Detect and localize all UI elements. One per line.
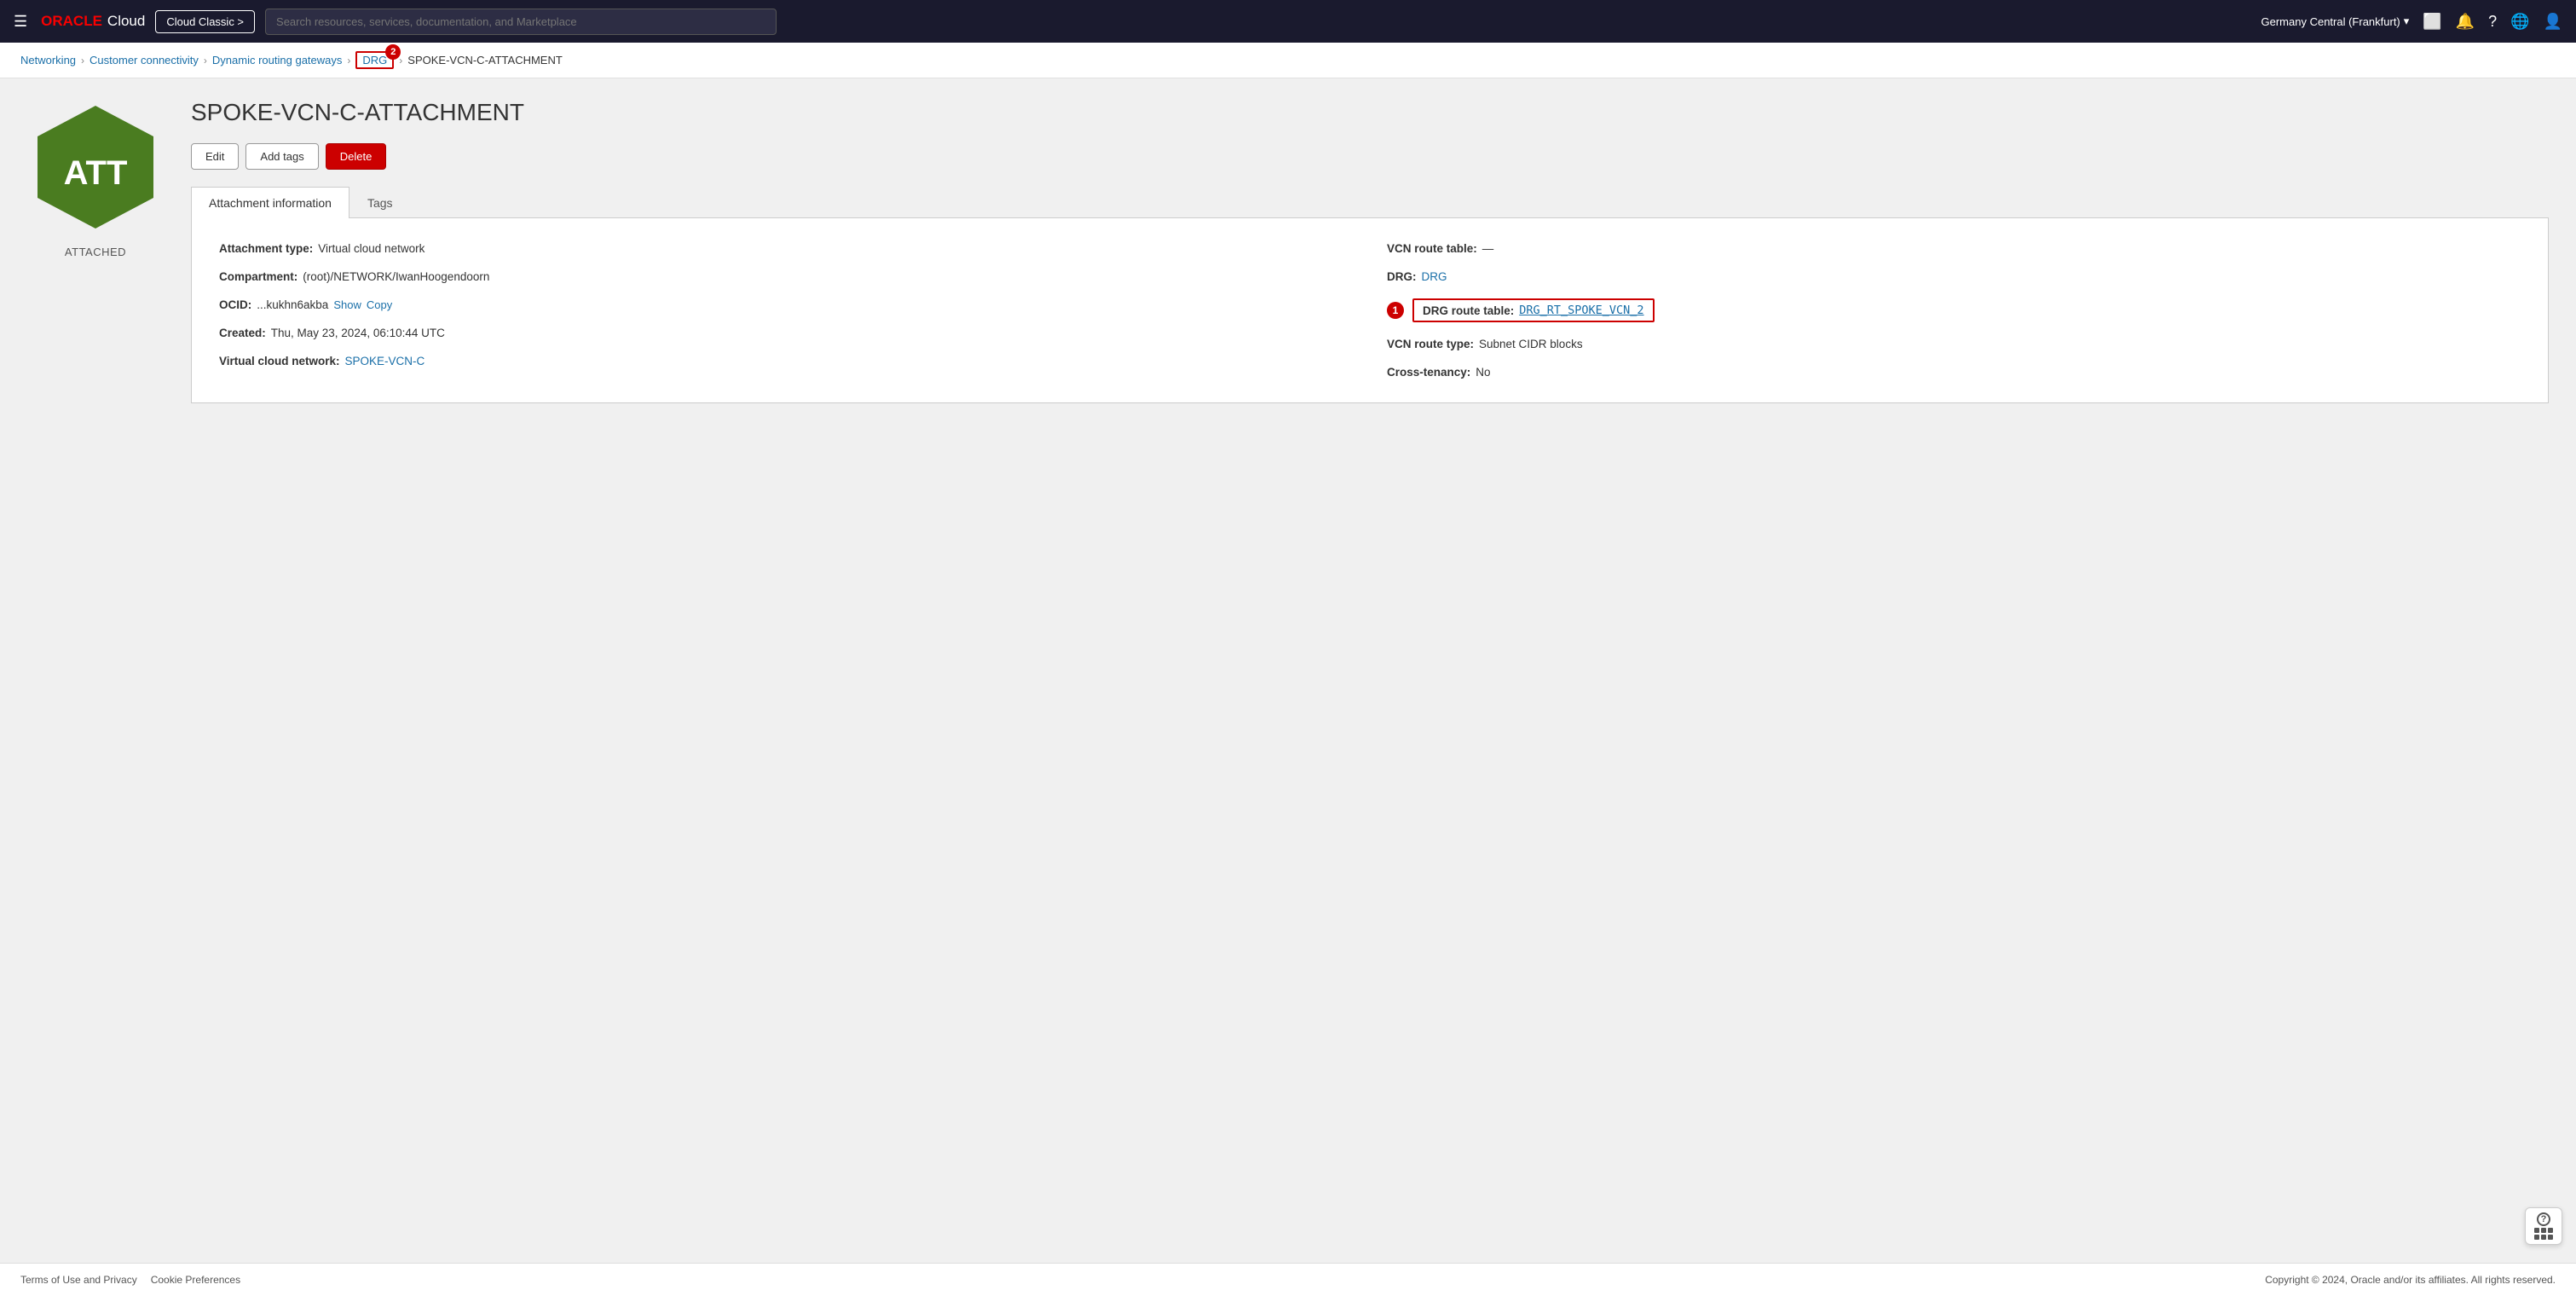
footer-terms-link[interactable]: Terms of Use and Privacy bbox=[20, 1274, 137, 1286]
ocid-copy-link[interactable]: Copy bbox=[367, 298, 392, 311]
breadcrumb-customer-connectivity[interactable]: Customer connectivity bbox=[90, 54, 199, 67]
info-left-column: Attachment type: Virtual cloud network C… bbox=[219, 242, 1353, 379]
breadcrumb-current-page: SPOKE-VCN-C-ATTACHMENT bbox=[407, 54, 563, 67]
help-widget[interactable]: ? bbox=[2525, 1207, 2562, 1245]
drg-route-table-box: DRG route table: DRG_RT_SPOKE_VCN_2 bbox=[1412, 298, 1655, 322]
notification-bell-icon[interactable]: 🔔 bbox=[2456, 13, 2475, 31]
globe-icon[interactable]: 🌐 bbox=[2510, 13, 2529, 31]
vcn-route-type-value: Subnet CIDR blocks bbox=[1479, 338, 1583, 350]
attachment-type-row: Attachment type: Virtual cloud network bbox=[219, 242, 1353, 255]
help-grid-icon bbox=[2534, 1228, 2553, 1240]
breadcrumb-networking[interactable]: Networking bbox=[20, 54, 76, 67]
ocid-value: ...kukhn6akba bbox=[257, 298, 328, 311]
breadcrumb-dynamic-routing-gateways[interactable]: Dynamic routing gateways bbox=[212, 54, 342, 67]
cross-tenancy-row: Cross-tenancy: No bbox=[1387, 366, 2521, 379]
help-dot-3 bbox=[2548, 1228, 2553, 1233]
oracle-text: ORACLE bbox=[41, 13, 102, 30]
nav-right-area: Germany Central (Frankfurt) ▾ ⬜ 🔔 ? 🌐 👤 bbox=[2261, 13, 2563, 31]
vcn-value-link[interactable]: SPOKE-VCN-C bbox=[345, 355, 425, 367]
breadcrumb-sep-4: › bbox=[399, 55, 402, 67]
breadcrumb-sep-2: › bbox=[204, 55, 207, 67]
info-grid: Attachment type: Virtual cloud network C… bbox=[219, 242, 2521, 379]
svg-text:ATT: ATT bbox=[64, 154, 128, 192]
footer-copyright: Copyright © 2024, Oracle and/or its affi… bbox=[2265, 1274, 2556, 1286]
edit-button[interactable]: Edit bbox=[191, 143, 239, 170]
vcn-route-table-value: — bbox=[1482, 242, 1494, 255]
footer-cookies-link[interactable]: Cookie Preferences bbox=[151, 1274, 240, 1286]
console-icon[interactable]: ⬜ bbox=[2423, 13, 2441, 31]
created-label: Created: bbox=[219, 327, 266, 339]
cloud-classic-button[interactable]: Cloud Classic > bbox=[155, 10, 255, 33]
cross-tenancy-label: Cross-tenancy: bbox=[1387, 366, 1470, 379]
breadcrumb-drg-label: DRG bbox=[362, 54, 387, 67]
compartment-row: Compartment: (root)/NETWORK/IwanHoogendo… bbox=[219, 270, 1353, 283]
cross-tenancy-value: No bbox=[1476, 366, 1490, 379]
tabs-bar: Attachment information Tags bbox=[191, 187, 2549, 218]
ocid-label: OCID: bbox=[219, 298, 251, 311]
user-avatar-icon[interactable]: 👤 bbox=[2544, 13, 2562, 31]
right-content: SPOKE-VCN-C-ATTACHMENT Edit Add tags Del… bbox=[191, 99, 2549, 403]
drg-route-table-label: DRG route table: bbox=[1423, 304, 1514, 317]
drg-label: DRG: bbox=[1387, 270, 1417, 283]
page-title: SPOKE-VCN-C-ATTACHMENT bbox=[191, 99, 2549, 126]
compartment-value: (root)/NETWORK/IwanHoogendoorn bbox=[303, 270, 489, 283]
cloud-text: Cloud bbox=[107, 13, 145, 30]
footer: Terms of Use and Privacy Cookie Preferen… bbox=[0, 1263, 2576, 1296]
tab-attachment-information[interactable]: Attachment information bbox=[191, 187, 349, 218]
attachment-icon: ATT bbox=[27, 99, 164, 235]
ocid-show-link[interactable]: Show bbox=[333, 298, 361, 311]
region-label: Germany Central (Frankfurt) bbox=[2261, 15, 2400, 28]
page-layout: ATT ATTACHED SPOKE-VCN-C-ATTACHMENT Edit… bbox=[27, 99, 2549, 403]
delete-button[interactable]: Delete bbox=[326, 143, 387, 170]
help-dot-6 bbox=[2548, 1235, 2553, 1240]
compartment-label: Compartment: bbox=[219, 270, 297, 283]
oracle-logo: ORACLE Cloud bbox=[41, 13, 145, 30]
attachment-type-label: Attachment type: bbox=[219, 242, 313, 255]
info-right-column: VCN route table: — DRG: DRG 1 DRG route … bbox=[1387, 242, 2521, 379]
action-buttons: Edit Add tags Delete bbox=[191, 143, 2549, 170]
hexagon-svg: ATT bbox=[27, 99, 164, 235]
created-row: Created: Thu, May 23, 2024, 06:10:44 UTC bbox=[219, 327, 1353, 339]
breadcrumb-sep-1: › bbox=[81, 55, 84, 67]
drg-value-link[interactable]: DRG bbox=[1422, 270, 1447, 283]
vcn-row: Virtual cloud network: SPOKE-VCN-C bbox=[219, 355, 1353, 367]
ocid-row: OCID: ...kukhn6akba Show Copy bbox=[219, 298, 1353, 311]
info-panel: Attachment type: Virtual cloud network C… bbox=[191, 218, 2549, 403]
help-dot-4 bbox=[2534, 1235, 2539, 1240]
help-ring-icon: ? bbox=[2537, 1212, 2550, 1226]
main-content: ATT ATTACHED SPOKE-VCN-C-ATTACHMENT Edit… bbox=[0, 78, 2576, 1263]
breadcrumb: Networking › Customer connectivity › Dyn… bbox=[0, 43, 2576, 78]
attachment-type-value: Virtual cloud network bbox=[318, 242, 425, 255]
region-selector[interactable]: Germany Central (Frankfurt) ▾ bbox=[2261, 14, 2410, 28]
help-icon[interactable]: ? bbox=[2488, 13, 2497, 31]
help-dot-5 bbox=[2541, 1235, 2546, 1240]
drg-route-badge: 1 bbox=[1387, 302, 1404, 319]
search-input[interactable] bbox=[265, 9, 777, 35]
vcn-route-type-label: VCN route type: bbox=[1387, 338, 1474, 350]
breadcrumb-sep-3: › bbox=[347, 55, 350, 67]
vcn-route-table-label: VCN route table: bbox=[1387, 242, 1477, 255]
drg-row: DRG: DRG bbox=[1387, 270, 2521, 283]
vcn-route-table-row: VCN route table: — bbox=[1387, 242, 2521, 255]
created-value: Thu, May 23, 2024, 06:10:44 UTC bbox=[271, 327, 445, 339]
hamburger-menu-icon[interactable]: ☰ bbox=[14, 13, 27, 31]
left-icon-area: ATT ATTACHED bbox=[27, 99, 164, 258]
vcn-label: Virtual cloud network: bbox=[219, 355, 340, 367]
drg-route-table-row: 1 DRG route table: DRG_RT_SPOKE_VCN_2 bbox=[1387, 298, 2521, 322]
drg-route-table-link[interactable]: DRG_RT_SPOKE_VCN_2 bbox=[1519, 304, 1643, 317]
attachment-status-label: ATTACHED bbox=[65, 246, 126, 258]
chevron-down-icon: ▾ bbox=[2404, 14, 2410, 28]
top-navigation: ☰ ORACLE Cloud Cloud Classic > Germany C… bbox=[0, 0, 2576, 43]
vcn-route-type-row: VCN route type: Subnet CIDR blocks bbox=[1387, 338, 2521, 350]
add-tags-button[interactable]: Add tags bbox=[245, 143, 318, 170]
tab-tags[interactable]: Tags bbox=[349, 187, 411, 218]
footer-links: Terms of Use and Privacy Cookie Preferen… bbox=[20, 1274, 240, 1286]
help-dot-2 bbox=[2541, 1228, 2546, 1233]
breadcrumb-drg-box[interactable]: DRG 2 bbox=[355, 51, 394, 69]
help-dot-1 bbox=[2534, 1228, 2539, 1233]
